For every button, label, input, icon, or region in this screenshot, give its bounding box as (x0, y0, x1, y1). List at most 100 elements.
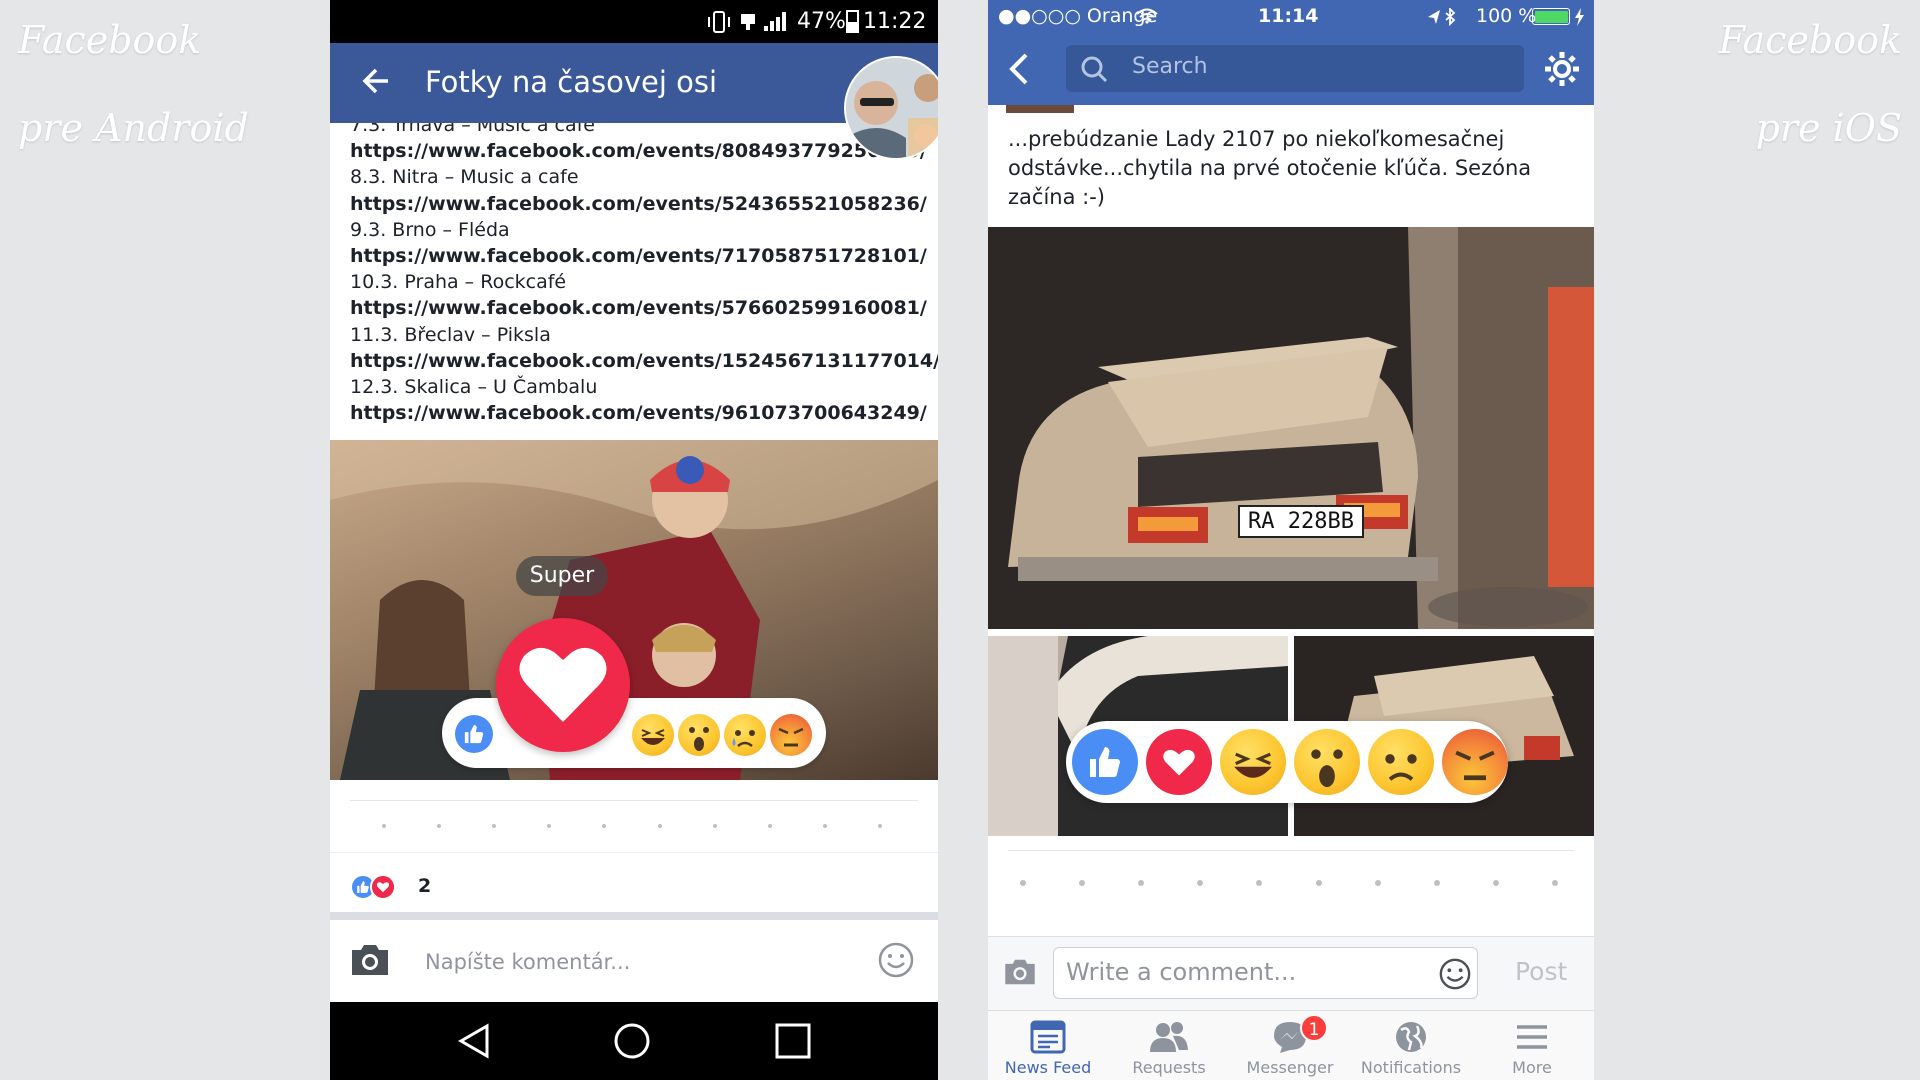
post-text: ...prebúdzanie Lady 2107 po niekoľkomesa… (1008, 127, 1532, 209)
tab-label: Messenger (1246, 1058, 1334, 1077)
news-feed-icon (1030, 1020, 1066, 1054)
search-input[interactable]: Search (1066, 45, 1524, 92)
loading-dots (382, 824, 882, 828)
divider (350, 800, 918, 801)
license-plate: RA 228BB (1238, 505, 1364, 538)
nav-back-button[interactable] (455, 1022, 493, 1064)
like-reaction-button[interactable] (455, 715, 493, 753)
event-link[interactable]: https://www.facebook.com/events/96107370… (350, 400, 930, 426)
event-list: 7.3. Trnava – Music a cafe https://www.f… (350, 112, 938, 426)
settings-button[interactable] (1543, 50, 1581, 92)
emoji-button[interactable] (878, 942, 914, 982)
triangle-back-icon (457, 1023, 489, 1059)
battery-percent: 100 % (1476, 5, 1537, 27)
battery-percent: 47% (797, 9, 846, 34)
haha-reaction-button[interactable] (1220, 729, 1286, 795)
smiley-icon (878, 942, 914, 978)
event-label: 9.3. Brno – Fléda (350, 218, 510, 241)
globe-icon (1396, 1022, 1426, 1052)
love-reaction-button[interactable] (1146, 729, 1212, 795)
comment-composer: Write a comment... Post (988, 936, 1594, 1010)
surprised-face-icon (1311, 749, 1343, 788)
surprised-face-icon (689, 727, 709, 751)
left-caption-title: Facebook (18, 18, 202, 62)
event-link[interactable]: https://www.facebook.com/events/15245671… (350, 348, 938, 374)
battery-icon (846, 10, 859, 33)
thumbs-up-icon (1090, 747, 1120, 777)
event-link[interactable]: https://www.facebook.com/events/52436552… (350, 191, 930, 217)
carrier-name: ●●○○○ Orange (998, 5, 1158, 27)
sad-reaction-button[interactable] (724, 714, 766, 756)
tab-label: More (1512, 1058, 1552, 1077)
angry-face-icon (778, 727, 804, 747)
tab-notifications[interactable]: Notifications (1351, 1012, 1471, 1077)
ios-screen: ...prebúdzanie Lady 2107 po niekoľkomesa… (988, 0, 1594, 1080)
wow-reaction-button[interactable] (678, 714, 720, 756)
search-icon (1081, 56, 1108, 83)
comment-input[interactable]: Napíšte komentár... (425, 950, 630, 974)
thumbs-up-icon (464, 724, 484, 744)
android-nav-bar (330, 1002, 938, 1080)
sad-face-icon (1385, 754, 1417, 781)
menu-icon (1517, 1025, 1547, 1049)
reaction-count[interactable]: 2 (418, 875, 431, 897)
loading-dots (1020, 880, 1558, 886)
love-summary-icon (370, 874, 396, 900)
tab-news-feed[interactable]: News Feed (988, 1012, 1108, 1077)
car-photo[interactable]: RA 228BB (988, 227, 1594, 629)
circle-home-icon (614, 1023, 650, 1059)
angry-reaction-button[interactable] (1442, 729, 1508, 795)
camera-icon (352, 945, 388, 975)
tab-messenger[interactable]: Messenger 1 (1230, 1012, 1350, 1077)
comment-input[interactable]: Write a comment... (1053, 947, 1478, 999)
like-reaction-button[interactable] (1072, 729, 1138, 795)
avatar-photo (846, 58, 938, 158)
tab-more[interactable]: More (1472, 1012, 1592, 1077)
author-avatar[interactable] (1006, 105, 1074, 113)
nav-home-button[interactable] (613, 1022, 651, 1064)
status-time: 11:14 (1258, 5, 1319, 27)
camera-button[interactable] (348, 942, 392, 982)
sad-reaction-button[interactable] (1368, 729, 1434, 795)
camera-button[interactable] (1002, 957, 1038, 991)
heart-icon (519, 647, 607, 722)
signal-icons (708, 11, 786, 33)
gear-icon (1545, 52, 1579, 86)
tab-label: News Feed (1004, 1058, 1092, 1077)
status-bar: 47% 11:22 (330, 0, 938, 43)
wifi-icon (1136, 8, 1158, 24)
back-button[interactable] (358, 63, 394, 103)
reaction-tooltip: Super (516, 556, 608, 596)
chat-head-avatar[interactable] (844, 56, 938, 160)
divider (1008, 850, 1574, 851)
event-link[interactable]: https://www.facebook.com/events/57660259… (350, 295, 930, 321)
square-recents-icon (775, 1023, 811, 1059)
laughing-face-icon (641, 729, 665, 745)
angry-reaction-button[interactable] (770, 714, 812, 756)
post-button[interactable]: Post (1515, 957, 1567, 986)
event-label: 10.3. Praha – Rockcafé (350, 271, 567, 294)
divider (330, 912, 938, 920)
right-caption-subtitle: pre iOS (1755, 106, 1902, 150)
android-screen: 7.3. Trnava – Music a cafe https://www.f… (330, 0, 938, 1080)
event-link[interactable]: https://www.facebook.com/events/80849377… (350, 138, 930, 164)
laughing-face-icon (1234, 752, 1272, 778)
divider (330, 852, 938, 853)
left-caption-subtitle: pre Android (18, 106, 249, 150)
love-reaction-button[interactable] (496, 618, 630, 752)
status-time: 11:22 (863, 9, 927, 34)
heart-icon (1163, 749, 1195, 776)
comment-placeholder: Write a comment... (1066, 958, 1297, 986)
right-caption-title: Facebook (1718, 18, 1902, 62)
tab-label: Requests (1132, 1058, 1206, 1077)
nav-recents-button[interactable] (774, 1022, 812, 1064)
haha-reaction-button[interactable] (632, 714, 674, 756)
angry-face-icon (1455, 750, 1495, 781)
thumbs-up-icon (357, 881, 369, 893)
back-button[interactable] (1006, 51, 1030, 91)
wow-reaction-button[interactable] (1294, 729, 1360, 795)
chevron-left-icon (1009, 53, 1028, 85)
event-link[interactable]: https://www.facebook.com/events/71705875… (350, 243, 930, 269)
smiley-icon[interactable] (1438, 957, 1472, 991)
tab-requests[interactable]: Requests (1109, 1012, 1229, 1077)
